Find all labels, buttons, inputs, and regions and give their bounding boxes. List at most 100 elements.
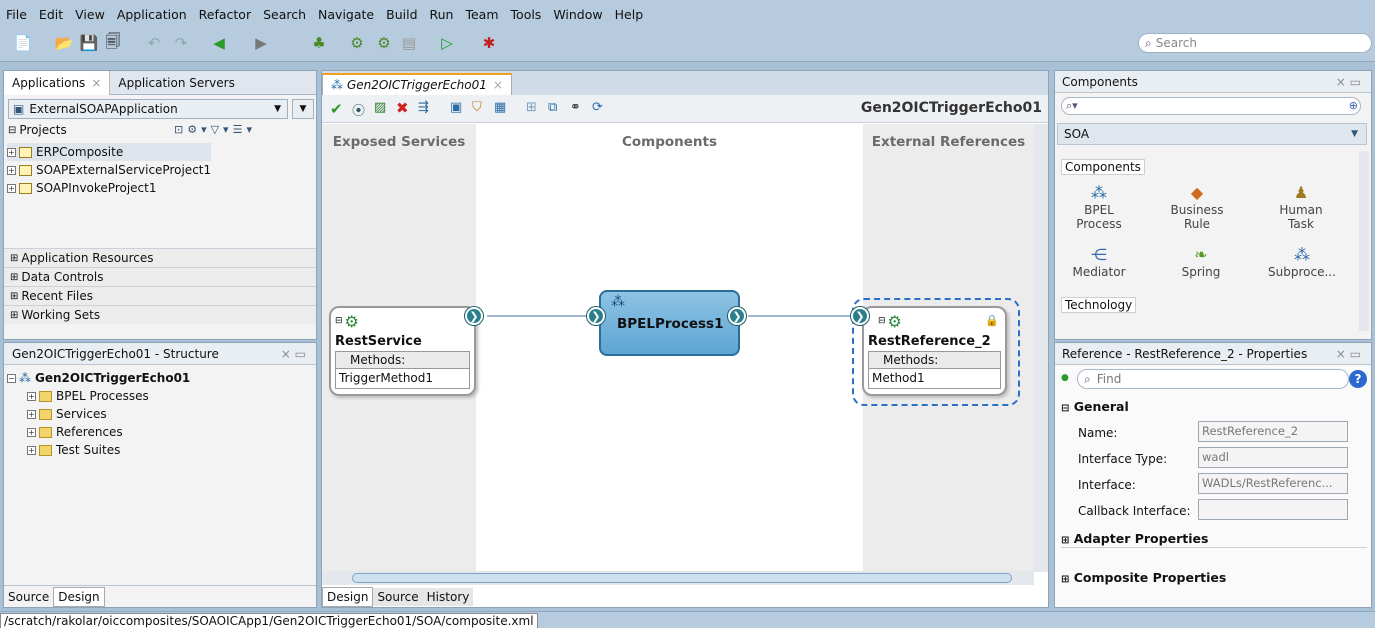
- refresh-icon[interactable]: ⟳: [592, 100, 603, 115]
- tree-item-project[interactable]: + SOAPExternalServiceProject1: [7, 161, 211, 179]
- composite-properties-section[interactable]: ⊞ Composite Properties: [1061, 570, 1226, 585]
- tab-applications[interactable]: Applications ×: [4, 70, 111, 95]
- component-mediator[interactable]: ⋲ Mediator: [1069, 245, 1129, 279]
- project-toolbar-icons[interactable]: ⊡⚙▾▽▾☰▾: [174, 123, 256, 136]
- accordion-recent-files[interactable]: ⊞ Recent Files: [4, 286, 316, 305]
- save-icon[interactable]: 💾: [80, 34, 99, 52]
- wireless-icon[interactable]: ⦿: [352, 100, 365, 119]
- accordion-data-controls[interactable]: ⊞ Data Controls: [4, 267, 316, 286]
- scroll-thumb[interactable]: [352, 573, 1012, 583]
- wire-icon[interactable]: ⇶: [418, 100, 429, 115]
- interface-field[interactable]: WADLs/RestReferenc...: [1198, 473, 1348, 494]
- global-search-input[interactable]: ⌕ Search: [1138, 33, 1372, 53]
- debug-icon[interactable]: ✱: [480, 34, 498, 52]
- clean-icon[interactable]: ▤: [400, 34, 418, 52]
- process-out-port-icon[interactable]: ❯: [728, 307, 746, 325]
- structure-root[interactable]: − ⁂ Gen2OICTriggerEcho01: [7, 369, 190, 387]
- projects-header[interactable]: ⊟ Projects: [8, 123, 67, 137]
- help-icon[interactable]: ?: [1349, 370, 1367, 388]
- redo-icon[interactable]: ↷: [172, 34, 190, 52]
- open-folder-icon[interactable]: 📂: [55, 34, 74, 52]
- menu-team[interactable]: Team: [465, 7, 498, 22]
- menu-build[interactable]: Build: [386, 7, 417, 22]
- find-icon[interactable]: ⚭: [570, 100, 581, 115]
- accordion-working-sets[interactable]: ⊞ Working Sets: [4, 305, 316, 324]
- component-category-select[interactable]: SOA ▼: [1057, 123, 1367, 145]
- menu-edit[interactable]: Edit: [39, 7, 63, 22]
- components-search-input[interactable]: ⌕▾ ⊕: [1061, 97, 1361, 115]
- application-selector[interactable]: ▣ ExternalSOAPApplication ▼: [8, 99, 288, 119]
- rest-service-method[interactable]: TriggerMethod1: [335, 369, 470, 389]
- tree-item-project[interactable]: + SOAPInvokeProject1: [7, 179, 211, 197]
- forward-icon[interactable]: ▶: [252, 34, 270, 52]
- structure-node[interactable]: + BPEL Processes: [7, 387, 190, 405]
- name-field[interactable]: RestReference_2: [1198, 421, 1348, 442]
- service-port-icon[interactable]: ❯: [465, 307, 483, 325]
- validate-icon[interactable]: ✔: [330, 100, 343, 118]
- delete-icon[interactable]: ✖: [396, 99, 409, 117]
- menu-navigate[interactable]: Navigate: [318, 7, 374, 22]
- menu-search[interactable]: Search: [263, 7, 306, 22]
- composite-canvas[interactable]: Exposed Services Components External Ref…: [322, 124, 1034, 572]
- interface-type-field[interactable]: wadl: [1198, 447, 1348, 468]
- menu-help[interactable]: Help: [615, 7, 644, 22]
- tab-design[interactable]: Design: [322, 587, 374, 607]
- horizontal-scrollbar[interactable]: [322, 571, 1034, 585]
- properties-find-input[interactable]: ⌕ Find: [1077, 369, 1349, 389]
- policy-icon[interactable]: ⛉: [472, 100, 482, 115]
- deploy-icon[interactable]: ♣: [310, 34, 328, 52]
- menu-file[interactable]: File: [6, 7, 27, 22]
- make-icon[interactable]: ⚙: [348, 34, 366, 52]
- editor-tab[interactable]: ⁂ Gen2OICTriggerEcho01 ×: [322, 73, 512, 95]
- tab-source[interactable]: Source: [4, 588, 53, 606]
- layout-icon[interactable]: ⧉: [548, 100, 557, 115]
- reference-port-icon[interactable]: ❯: [851, 307, 869, 325]
- component-subprocess[interactable]: ⁂ Subproce...: [1267, 245, 1337, 279]
- minimize-icon[interactable]: × ▭: [1336, 75, 1361, 89]
- general-section[interactable]: ⊟ General: [1061, 399, 1129, 414]
- structure-node[interactable]: + Services: [7, 405, 190, 423]
- zoom-in-icon[interactable]: ⊞: [526, 100, 537, 115]
- bpel-process-component[interactable]: ⁂ BPELProcess1: [599, 290, 740, 356]
- process-in-port-icon[interactable]: ❯: [587, 307, 605, 325]
- minimize-icon[interactable]: × ▭: [281, 347, 306, 361]
- structure-node[interactable]: + Test Suites: [7, 441, 190, 459]
- application-menu-button[interactable]: ▼: [292, 99, 314, 119]
- tree-item-project[interactable]: + ERPComposite: [7, 143, 212, 161]
- rest-service-component[interactable]: ⊟ ⚙ RestService Methods: TriggerMethod1: [329, 306, 476, 396]
- tab-application-servers[interactable]: Application Servers: [110, 73, 242, 93]
- menu-run[interactable]: Run: [430, 7, 454, 22]
- go-icon[interactable]: ⊕: [1349, 99, 1358, 112]
- menu-tools[interactable]: Tools: [511, 7, 542, 22]
- accordion-application-resources[interactable]: ⊞ Application Resources: [4, 248, 316, 267]
- menu-window[interactable]: Window: [553, 7, 602, 22]
- menu-refactor[interactable]: Refactor: [199, 7, 251, 22]
- structure-node[interactable]: + References: [7, 423, 190, 441]
- menu-view[interactable]: View: [75, 7, 105, 22]
- component-business-rule[interactable]: ◆ Business Rule: [1167, 183, 1227, 231]
- new-file-icon[interactable]: 📄: [14, 34, 33, 52]
- adapter-properties-section[interactable]: ⊞ Adapter Properties: [1061, 531, 1208, 546]
- undo-icon[interactable]: ↶: [145, 34, 163, 52]
- back-icon[interactable]: ◀: [210, 34, 228, 52]
- vertical-scrollbar[interactable]: [1034, 124, 1048, 572]
- menu-application[interactable]: Application: [117, 7, 187, 22]
- run-icon[interactable]: ▷: [438, 34, 456, 52]
- test-icon[interactable]: ▣: [450, 100, 462, 115]
- rebuild-icon[interactable]: ⚙: [375, 34, 393, 52]
- save-all-icon[interactable]: 🗐: [104, 32, 122, 52]
- component-human-task[interactable]: ♟ Human Task: [1271, 183, 1331, 231]
- component-spring[interactable]: ❧ Spring: [1171, 245, 1231, 279]
- component-bpel-process[interactable]: ⁂ BPEL Process: [1069, 183, 1129, 231]
- callback-interface-field[interactable]: [1198, 499, 1348, 520]
- components-scrollbar[interactable]: [1359, 151, 1369, 331]
- chart-icon[interactable]: ▨: [374, 100, 386, 115]
- rest-reference-component[interactable]: ⊟ ⚙ 🔒 RestReference_2 Methods: Method1: [862, 306, 1007, 396]
- minimize-icon[interactable]: × ▭: [1336, 347, 1361, 361]
- tab-source[interactable]: Source: [373, 588, 423, 606]
- config-icon[interactable]: ▦: [494, 100, 506, 115]
- tab-history[interactable]: History: [422, 588, 474, 606]
- rest-reference-method[interactable]: Method1: [868, 369, 1001, 389]
- tab-design[interactable]: Design: [53, 586, 105, 607]
- projects-label: Projects: [19, 123, 67, 137]
